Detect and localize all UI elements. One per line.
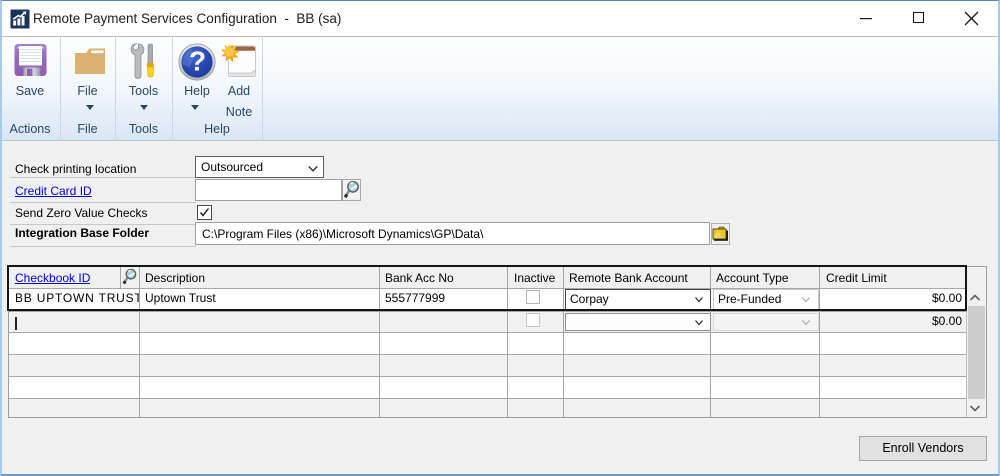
svg-text:?: ? [189, 46, 206, 77]
